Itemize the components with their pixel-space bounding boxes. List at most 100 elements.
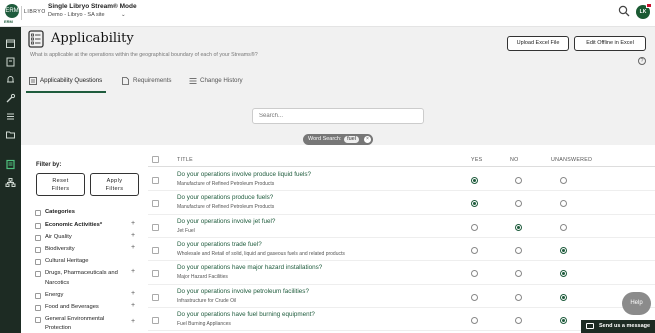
question-title-link[interactable]: Do your operations have fuel burning equ… xyxy=(177,311,315,318)
help-button[interactable]: Help xyxy=(622,292,651,315)
categories-checkbox[interactable] xyxy=(35,210,41,216)
row-checkbox[interactable] xyxy=(152,200,159,208)
filter-label-energy: Energy xyxy=(45,292,64,298)
filter-by-label: Filter by: xyxy=(36,162,62,168)
erm-logo-caption: ERM xyxy=(4,19,13,24)
filter-label-biodiversity: Biodiversity xyxy=(45,246,75,252)
filter-label-air-quality: Air Quality xyxy=(45,234,72,240)
question-title-link[interactable]: Do your operations involve produce liqui… xyxy=(177,171,311,178)
question-subtitle: Infrastructure for Crude Oil xyxy=(177,297,237,304)
filter-label-general-environmental: General Environmental xyxy=(45,316,105,322)
filter-checkbox-drugs[interactable] xyxy=(35,271,41,277)
libryo-brand: LIBRYO xyxy=(24,9,46,15)
table-row-divider xyxy=(148,190,655,192)
filter-checkbox-air-quality[interactable] xyxy=(35,235,41,241)
word-search-value: fuel xyxy=(344,136,359,143)
radio-unanswered[interactable] xyxy=(560,293,567,301)
radio-no[interactable] xyxy=(515,293,522,301)
question-title-link[interactable]: Do your operations have major hazard ins… xyxy=(177,264,322,271)
radio-no[interactable] xyxy=(515,177,522,184)
expand-plus-icon[interactable]: + xyxy=(131,302,135,309)
select-all-checkbox[interactable] xyxy=(152,156,159,163)
edit-offline-button[interactable]: Edit Offline in Excel xyxy=(574,36,646,51)
active-tab-indicator xyxy=(26,91,106,93)
apply-filters-button[interactable]: Apply Filters xyxy=(90,173,139,196)
folder-icon[interactable] xyxy=(5,129,16,140)
filter-checkbox-general-environmental[interactable] xyxy=(35,317,41,323)
radio-yes[interactable] xyxy=(471,223,478,231)
filter-checkbox-economic-activities[interactable] xyxy=(35,223,41,229)
question-title-link[interactable]: Do your operations produce fuels? xyxy=(177,194,273,201)
question-title-link[interactable]: Do your operations involve jet fuel? xyxy=(177,218,275,225)
radio-unanswered[interactable] xyxy=(560,223,567,231)
filter-label-drugs-line2: Narcotics xyxy=(45,280,70,286)
question-title-link[interactable]: Do your operations trade fuel? xyxy=(177,241,262,248)
row-checkbox[interactable] xyxy=(152,270,159,278)
questionnaire-icon xyxy=(28,30,44,48)
radio-no[interactable] xyxy=(515,223,522,231)
table-row-divider xyxy=(148,306,655,308)
table-row-divider xyxy=(148,236,655,238)
filter-checkbox-energy[interactable] xyxy=(35,293,41,299)
question-subtitle: Manufacture of Refined Petroleum Product… xyxy=(177,204,275,211)
tab-change-history[interactable]: Change History xyxy=(200,77,243,84)
search-input[interactable] xyxy=(252,108,424,124)
questions-tab-icon xyxy=(29,77,37,85)
filter-checkbox-food-beverages[interactable] xyxy=(35,305,41,311)
expand-plus-icon[interactable]: + xyxy=(131,220,135,227)
row-checkbox[interactable] xyxy=(152,223,159,231)
table-row-divider xyxy=(148,330,655,332)
wrench-icon[interactable] xyxy=(5,93,16,104)
row-checkbox[interactable] xyxy=(152,316,159,324)
clipboard-icon[interactable] xyxy=(5,56,16,67)
reset-filters-line1: Reset xyxy=(52,178,69,184)
expand-plus-icon[interactable]: + xyxy=(131,290,135,297)
row-checkbox[interactable] xyxy=(152,246,159,254)
tab-applicability-questions[interactable]: Applicability Questions xyxy=(40,77,102,84)
radio-yes[interactable] xyxy=(471,293,478,301)
question-subtitle: Major Hazard Facilities xyxy=(177,274,228,281)
expand-plus-icon[interactable]: + xyxy=(131,268,135,275)
expand-plus-icon[interactable]: + xyxy=(131,244,135,251)
clear-search-icon[interactable]: × xyxy=(364,136,371,143)
uk-flag-icon xyxy=(646,3,652,8)
radio-no[interactable] xyxy=(515,316,522,324)
column-header-unanswered: UNANSWERED xyxy=(551,157,593,163)
table-header-divider xyxy=(148,166,655,167)
radio-yes[interactable] xyxy=(471,316,478,324)
filter-checkbox-cultural-heritage[interactable] xyxy=(35,259,41,265)
chevron-down-icon[interactable]: ⌄ xyxy=(121,12,126,18)
radio-unanswered[interactable] xyxy=(560,246,567,254)
bell-icon[interactable] xyxy=(5,74,16,85)
radio-yes[interactable] xyxy=(471,246,478,254)
word-search-label: Word Search: xyxy=(308,136,342,142)
upload-excel-button[interactable]: Upload Excel File xyxy=(507,36,569,51)
radio-yes[interactable] xyxy=(471,177,478,184)
expand-plus-icon[interactable]: + xyxy=(131,232,135,239)
tab-requirements[interactable]: Requirements xyxy=(133,77,172,84)
help-icon[interactable]: ? xyxy=(638,57,646,65)
question-subtitle: Wholesale and Retail of solid, liquid an… xyxy=(177,250,345,257)
filter-label-drugs: Drugs, Pharmaceuticals and xyxy=(45,270,118,276)
question-title-link[interactable]: Do your operations involve petroleum fac… xyxy=(177,288,309,295)
filter-label-economic-activities: Economic Activities* xyxy=(45,222,103,228)
radio-unanswered[interactable] xyxy=(560,316,567,324)
site-selector[interactable]: Demo - Libryo - SA site xyxy=(48,12,105,18)
column-header-title: TITLE xyxy=(177,157,193,163)
org-chart-icon[interactable] xyxy=(5,177,16,188)
calendar-icon[interactable] xyxy=(5,38,16,49)
reset-filters-button[interactable]: Reset Filters xyxy=(36,173,85,196)
requirements-tab-icon xyxy=(122,77,129,85)
expand-plus-icon[interactable]: + xyxy=(131,318,135,325)
applicability-nav-icon[interactable] xyxy=(5,159,16,170)
erm-logo[interactable]: ERM xyxy=(5,4,19,18)
table-row-divider xyxy=(148,213,655,215)
list-icon[interactable] xyxy=(5,111,16,122)
reset-filters-line2: Filters xyxy=(51,186,70,192)
row-checkbox[interactable] xyxy=(152,293,159,301)
filter-checkbox-biodiversity[interactable] xyxy=(35,247,41,253)
row-checkbox[interactable] xyxy=(152,177,159,184)
search-icon[interactable] xyxy=(618,5,630,17)
radio-unanswered[interactable] xyxy=(560,177,567,184)
radio-no[interactable] xyxy=(515,246,522,254)
